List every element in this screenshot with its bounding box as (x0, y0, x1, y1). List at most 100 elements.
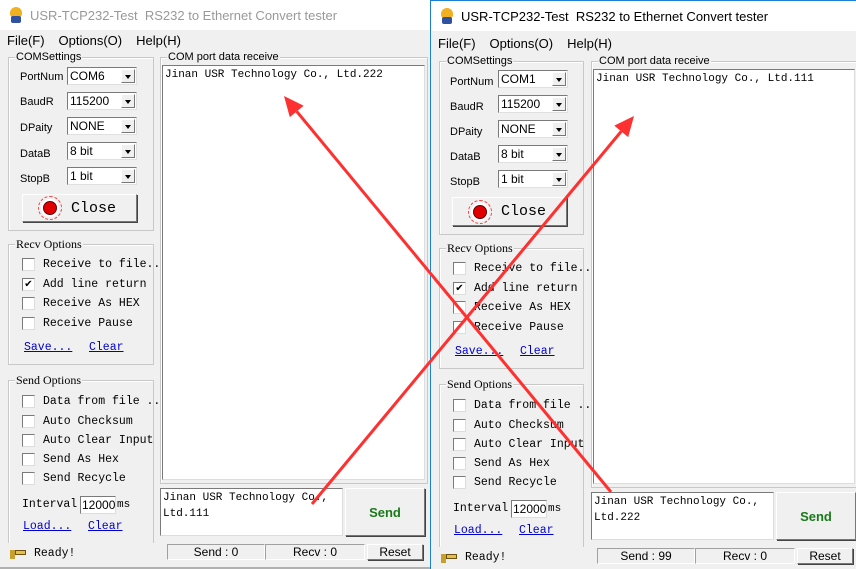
send-button[interactable]: Send (776, 492, 856, 540)
databits-select[interactable]: 8 bit (67, 142, 137, 160)
checkmark-icon[interactable]: ✔ (22, 278, 35, 291)
send-as-hex-checkbox[interactable]: Send As Hex (453, 457, 550, 470)
checkbox-icon[interactable] (453, 321, 466, 334)
checkbox-label: Auto Clear Input (474, 438, 585, 451)
stopbits-select[interactable]: 1 bit (498, 170, 568, 188)
receive-to-file-checkbox[interactable]: Receive to file... (453, 262, 598, 275)
window-left: USR-TCP232-Test RS232 to Ethernet Conver… (0, 0, 430, 569)
interval-unit: ms (117, 499, 131, 511)
checkbox-icon[interactable] (22, 395, 35, 408)
auto-clear-input-checkbox[interactable]: Auto Clear Input (453, 438, 584, 451)
chevron-down-icon[interactable] (552, 122, 566, 136)
checkbox-icon[interactable] (453, 419, 466, 432)
checkbox-icon[interactable] (453, 457, 466, 470)
interval-input[interactable]: 12000 (511, 500, 547, 518)
portnum-value: COM1 (501, 72, 536, 86)
menu-file[interactable]: File(F) (0, 33, 52, 48)
close-port-button[interactable]: Close (452, 197, 567, 226)
checkbox-icon[interactable] (453, 476, 466, 489)
checkbox-icon[interactable] (453, 262, 466, 275)
chevron-down-icon[interactable] (552, 172, 566, 186)
app-icon (439, 8, 455, 24)
add-line-return-checkbox[interactable]: ✔ Add line return (22, 278, 147, 291)
chevron-down-icon[interactable] (121, 144, 135, 158)
chevron-down-icon[interactable] (121, 94, 135, 108)
checkmark-icon[interactable]: ✔ (453, 282, 466, 295)
parity-select[interactable]: NONE (67, 117, 137, 135)
receive-to-file-checkbox[interactable]: Receive to file... (22, 258, 167, 271)
databits-select[interactable]: 8 bit (498, 145, 568, 163)
baudrate-select[interactable]: 115200 (67, 92, 137, 110)
auto-clear-input-checkbox[interactable]: Auto Clear Input (22, 434, 153, 447)
checkbox-icon[interactable] (453, 438, 466, 451)
add-line-return-checkbox[interactable]: ✔ Add line return (453, 282, 578, 295)
send-recycle-checkbox[interactable]: Send Recycle (22, 472, 126, 485)
stopbits-select[interactable]: 1 bit (67, 167, 137, 185)
send-count: Send : 0 (167, 544, 265, 560)
data-from-file-checkbox[interactable]: Data from file ... (22, 395, 167, 408)
menu-options[interactable]: Options(O) (52, 33, 130, 48)
checkbox-icon[interactable] (453, 301, 466, 314)
parity-select[interactable]: NONE (498, 120, 568, 138)
menu-help[interactable]: Help(H) (560, 36, 619, 51)
load-link[interactable]: Load... (23, 520, 71, 533)
receive-pause-checkbox[interactable]: Receive Pause (22, 317, 133, 330)
send-as-hex-checkbox[interactable]: Send As Hex (22, 453, 119, 466)
auto-checksum-checkbox[interactable]: Auto Checksum (22, 415, 133, 428)
reset-button[interactable]: Reset (797, 548, 853, 564)
parity-label: DPaity (20, 122, 53, 134)
save-link[interactable]: Save... (455, 345, 503, 358)
portnum-select[interactable]: COM1 (498, 70, 568, 88)
menu-file[interactable]: File(F) (431, 36, 483, 51)
portnum-value: COM6 (70, 69, 105, 83)
receive-as-hex-checkbox[interactable]: Receive As HEX (22, 297, 140, 310)
baudrate-select[interactable]: 115200 (498, 95, 568, 113)
send-textarea[interactable]: Jinan USR Technology Co., Ltd.111 (160, 488, 343, 536)
load-link[interactable]: Load... (454, 524, 502, 537)
checkbox-icon[interactable] (22, 297, 35, 310)
receive-as-hex-checkbox[interactable]: Receive As HEX (453, 301, 571, 314)
send-textarea[interactable]: Jinan USR Technology Co., Ltd.222 (591, 492, 774, 540)
recv-clear-link[interactable]: Clear (520, 345, 555, 358)
send-clear-link[interactable]: Clear (519, 524, 554, 537)
checkbox-label: Receive As HEX (474, 301, 571, 314)
checkbox-label: Receive to file... (43, 258, 168, 271)
recv-options-legend: Recv Options (446, 241, 514, 255)
chevron-down-icon[interactable] (121, 69, 135, 83)
receive-pause-checkbox[interactable]: Receive Pause (453, 321, 564, 334)
menu-options[interactable]: Options(O) (483, 36, 561, 51)
portnum-select[interactable]: COM6 (67, 67, 137, 85)
send-button[interactable]: Send (345, 488, 425, 536)
pointing-hand-icon (10, 548, 26, 559)
checkbox-icon[interactable] (22, 258, 35, 271)
checkbox-icon[interactable] (22, 415, 35, 428)
chevron-down-icon[interactable] (121, 169, 135, 183)
checkbox-icon[interactable] (22, 317, 35, 330)
checkbox-icon[interactable] (22, 434, 35, 447)
recv-clear-link[interactable]: Clear (89, 341, 124, 354)
menu-help[interactable]: Help(H) (129, 33, 188, 48)
chevron-down-icon[interactable] (552, 147, 566, 161)
auto-checksum-checkbox[interactable]: Auto Checksum (453, 419, 564, 432)
data-from-file-checkbox[interactable]: Data from file ... (453, 399, 598, 412)
interval-input[interactable]: 12000 (80, 496, 116, 514)
chevron-down-icon[interactable] (121, 119, 135, 133)
baudrate-label: BaudR (20, 96, 54, 108)
send-recycle-checkbox[interactable]: Send Recycle (453, 476, 557, 489)
save-link[interactable]: Save... (24, 341, 72, 354)
checkbox-label: Receive Pause (43, 317, 133, 330)
checkbox-label: Receive Pause (474, 321, 564, 334)
receive-textarea[interactable]: Jinan USR Technology Co., Ltd.222 (162, 65, 425, 480)
checkbox-icon[interactable] (22, 472, 35, 485)
checkbox-icon[interactable] (22, 453, 35, 466)
send-clear-link[interactable]: Clear (88, 520, 123, 533)
chevron-down-icon[interactable] (552, 72, 566, 86)
receive-textarea[interactable]: Jinan USR Technology Co., Ltd.111 (593, 69, 855, 484)
close-port-button[interactable]: Close (22, 194, 137, 222)
checkbox-label: Send As Hex (43, 453, 119, 466)
chevron-down-icon[interactable] (552, 97, 566, 111)
parity-value: NONE (501, 122, 536, 136)
close-port-label: Close (70, 199, 116, 217)
reset-button[interactable]: Reset (367, 544, 423, 560)
checkbox-icon[interactable] (453, 399, 466, 412)
